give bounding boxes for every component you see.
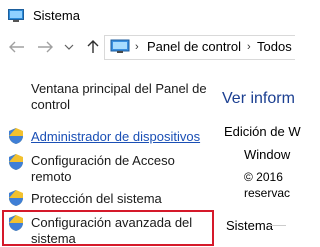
breadcrumb-all-items[interactable]: Todos — [257, 39, 292, 54]
shield-icon — [8, 153, 24, 171]
remote-access-settings-link[interactable]: Configuración de Acceso remoto — [31, 153, 206, 185]
window-title: Sistema — [33, 8, 80, 23]
breadcrumb-separator-icon[interactable]: › — [135, 41, 139, 53]
system-app-icon — [8, 9, 24, 23]
control-panel-home-link[interactable]: Ventana principal del Panel de control — [31, 81, 216, 113]
shield-icon — [8, 127, 24, 145]
windows-edition-value: Window — [244, 147, 291, 162]
highlight-box — [2, 210, 214, 246]
control-panel-icon — [110, 39, 130, 54]
system-protection-link[interactable]: Protección del sistema — [31, 191, 216, 207]
section-divider — [270, 225, 286, 226]
page-heading: Ver inform — [222, 90, 295, 107]
forward-arrow-icon[interactable] — [36, 38, 54, 56]
recent-locations-chevron-icon[interactable] — [60, 38, 78, 56]
back-arrow-icon[interactable] — [8, 38, 26, 56]
device-manager-link[interactable]: Administrador de dispositivos — [31, 129, 216, 145]
breadcrumb-control-panel[interactable]: Panel de control — [147, 39, 241, 54]
breadcrumb-separator-icon[interactable]: › — [247, 41, 251, 53]
system-section-label: Sistema — [226, 218, 273, 233]
windows-edition-label: Edición de W — [224, 124, 301, 139]
shield-icon — [8, 189, 24, 207]
up-arrow-icon[interactable] — [84, 38, 102, 56]
copyright-text-continued: reservac — [244, 186, 291, 200]
copyright-text: © 2016 — [244, 170, 283, 184]
